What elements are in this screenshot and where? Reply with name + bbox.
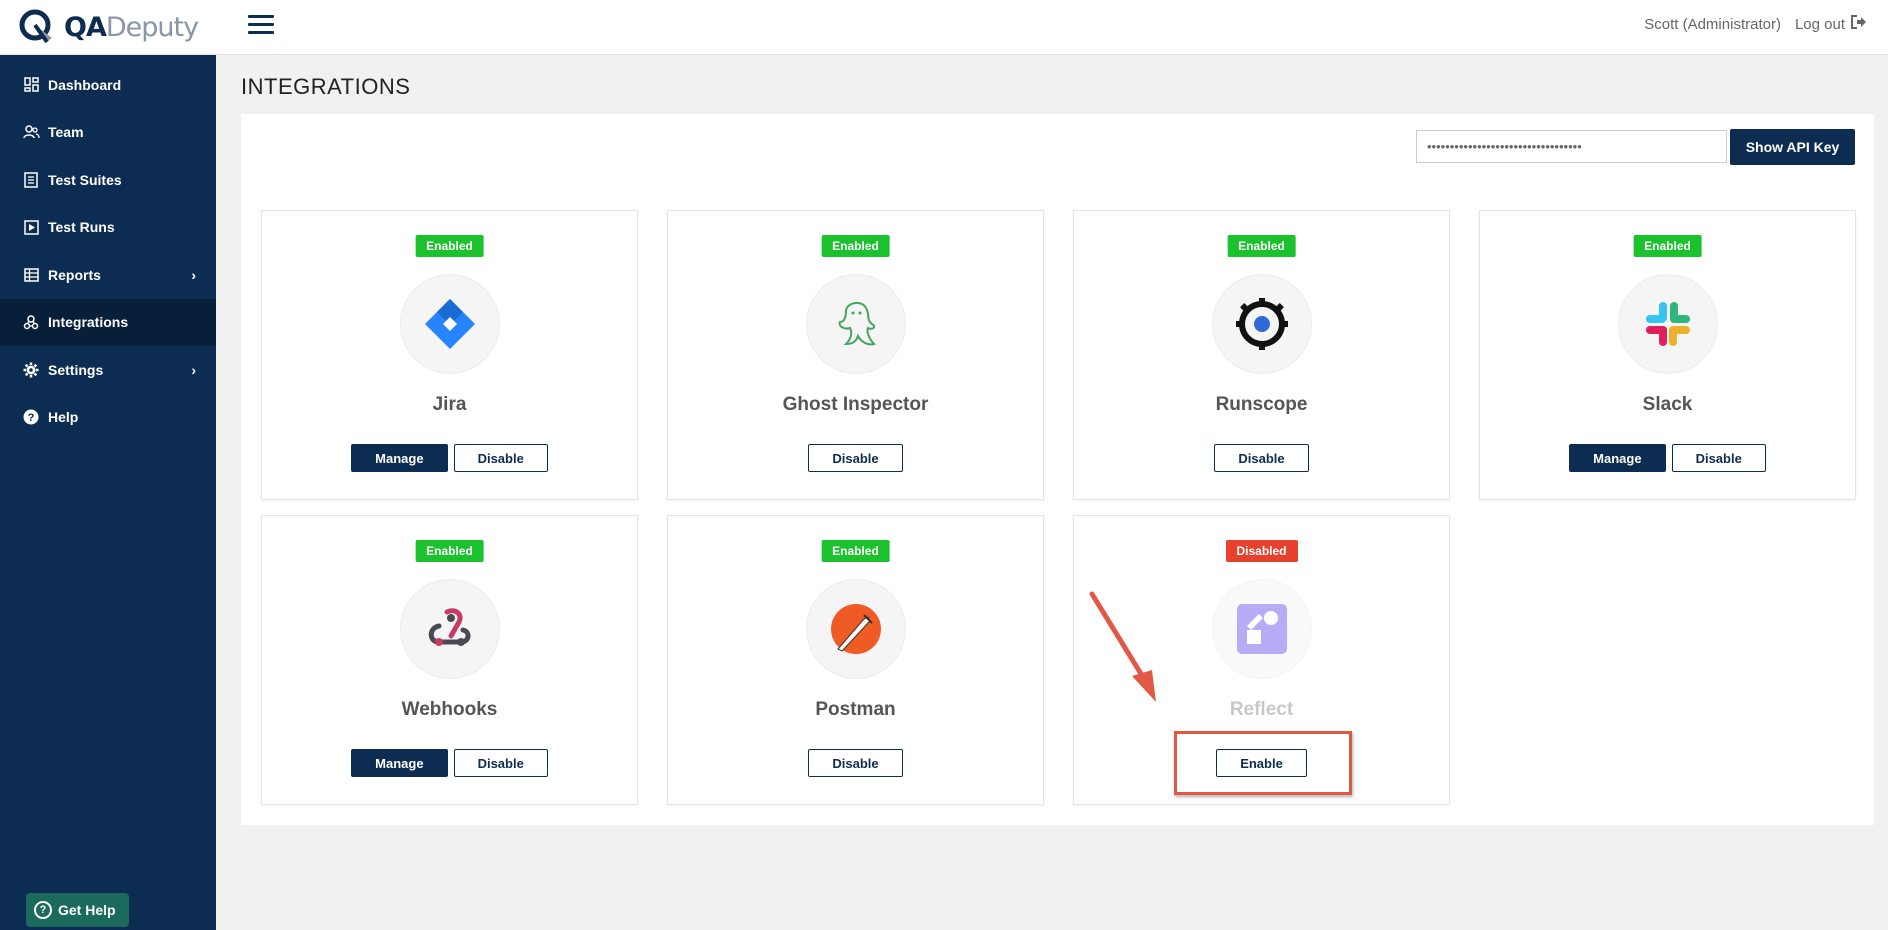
user-name[interactable]: Scott [1644, 16, 1678, 33]
integration-name: Runscope [1215, 394, 1308, 415]
integration-card-webhooks: Enabled Webhooks Manage Disable [261, 515, 638, 805]
disable-button[interactable]: Disable [453, 444, 548, 472]
integration-name: Webhooks [401, 699, 498, 720]
sidebar-item-label: Reports [48, 266, 101, 283]
runscope-icon [1211, 274, 1312, 374]
sidebar-item-test-runs[interactable]: Test Runs [0, 204, 216, 252]
postman-icon [805, 579, 906, 679]
sidebar-item-label: Test Runs [48, 219, 115, 236]
logo[interactable]: QADeputy [0, 0, 216, 55]
integration-name: Reflect [1229, 699, 1294, 720]
enable-button[interactable]: Enable [1216, 749, 1307, 777]
reflect-icon [1211, 579, 1312, 679]
chevron-right-icon: › [191, 361, 196, 378]
logout-link[interactable]: Log out [1795, 15, 1867, 33]
integration-name: Ghost Inspector [782, 394, 929, 415]
integration-name: Postman [815, 699, 896, 720]
ghost-icon [805, 274, 906, 374]
status-badge: Disabled [1225, 540, 1298, 562]
manage-button[interactable]: Manage [351, 749, 448, 777]
disable-button[interactable]: Disable [1671, 444, 1766, 472]
sidebar-item-integrations[interactable]: Integrations [0, 298, 216, 346]
question-icon: ? [34, 901, 52, 919]
get-help-label: Get Help [58, 902, 116, 918]
slack-icon [1617, 274, 1718, 374]
status-badge: Enabled [415, 235, 484, 257]
integration-card-runscope: Enabled Runscope Disable [1073, 210, 1450, 500]
get-help-button[interactable]: ? Get Help [26, 893, 129, 927]
integration-name: Jira [432, 394, 467, 415]
show-api-key-button[interactable]: Show API Key [1730, 129, 1855, 165]
integration-card-postman: Enabled Postman Disable [667, 515, 1044, 805]
sidebar-item-label: Test Suites [48, 171, 122, 188]
team-icon [22, 123, 40, 141]
user-role: (Administrator) [1682, 15, 1781, 33]
disable-button[interactable]: Disable [808, 749, 903, 777]
integrations-icon [22, 313, 40, 331]
sidebar-item-help[interactable]: ? Help [0, 394, 216, 442]
integration-name: Slack [1642, 394, 1693, 415]
sidebar-item-label: Settings [48, 361, 104, 378]
svg-text:?: ? [28, 412, 35, 424]
user-area: Scott (Administrator) Log out [1644, 15, 1867, 33]
sidebar-item-label: Help [48, 409, 79, 426]
logo-text: QADeputy [64, 11, 199, 43]
status-badge: Enabled [1227, 235, 1296, 257]
integration-card-slack: Enabled Slack Manage Disable [1479, 210, 1856, 500]
qadeputy-logo-icon [18, 8, 56, 46]
sidebar-item-label: Integrations [48, 314, 129, 331]
status-badge: Enabled [415, 540, 484, 562]
integration-card-jira: Enabled Jira Manage Disable [261, 210, 638, 500]
sidebar-item-label: Dashboard [48, 76, 122, 93]
page-title: INTEGRATIONS [241, 74, 411, 99]
sidebar-nav: Dashboard Team Test Suites Test Runs Rep… [0, 55, 216, 441]
logout-label: Log out [1794, 15, 1845, 33]
sidebar-item-test-suites[interactable]: Test Suites [0, 156, 216, 204]
integration-card-reflect: Disabled Reflect Enable [1073, 515, 1450, 805]
status-badge: Enabled [821, 540, 890, 562]
chevron-right-icon: › [191, 266, 196, 283]
sidebar-item-dashboard[interactable]: Dashboard [0, 61, 216, 109]
api-key-field[interactable]: •••••••••••••••••••••••••••••••••• [1416, 130, 1727, 163]
manage-button[interactable]: Manage [351, 444, 448, 472]
disable-button[interactable]: Disable [1214, 444, 1309, 472]
sidebar-item-settings[interactable]: Settings › [0, 346, 216, 394]
jira-icon [399, 274, 500, 374]
disable-button[interactable]: Disable [453, 749, 548, 777]
test-runs-icon [22, 218, 40, 236]
gear-icon [22, 361, 40, 379]
sidebar-item-reports[interactable]: Reports › [0, 251, 216, 299]
reports-icon [22, 266, 40, 284]
topbar: Scott (Administrator) Log out [216, 0, 1888, 55]
sidebar: QADeputy Dashboard Team Test Suites Test… [0, 0, 216, 930]
webhooks-icon [399, 579, 500, 679]
test-suites-icon [22, 171, 40, 189]
hamburger-menu-icon[interactable] [248, 15, 274, 35]
integration-card-ghost-inspector: Enabled Ghost Inspector Disable [667, 210, 1044, 500]
disable-button[interactable]: Disable [808, 444, 903, 472]
manage-button[interactable]: Manage [1569, 444, 1666, 472]
help-icon: ? [22, 408, 40, 426]
status-badge: Enabled [821, 235, 890, 257]
status-badge: Enabled [1633, 235, 1702, 257]
logout-icon [1851, 15, 1867, 33]
dashboard-icon [22, 76, 40, 94]
integrations-panel: •••••••••••••••••••••••••••••••••• Show … [241, 114, 1874, 825]
sidebar-item-team[interactable]: Team [0, 109, 216, 157]
sidebar-item-label: Team [48, 124, 84, 141]
